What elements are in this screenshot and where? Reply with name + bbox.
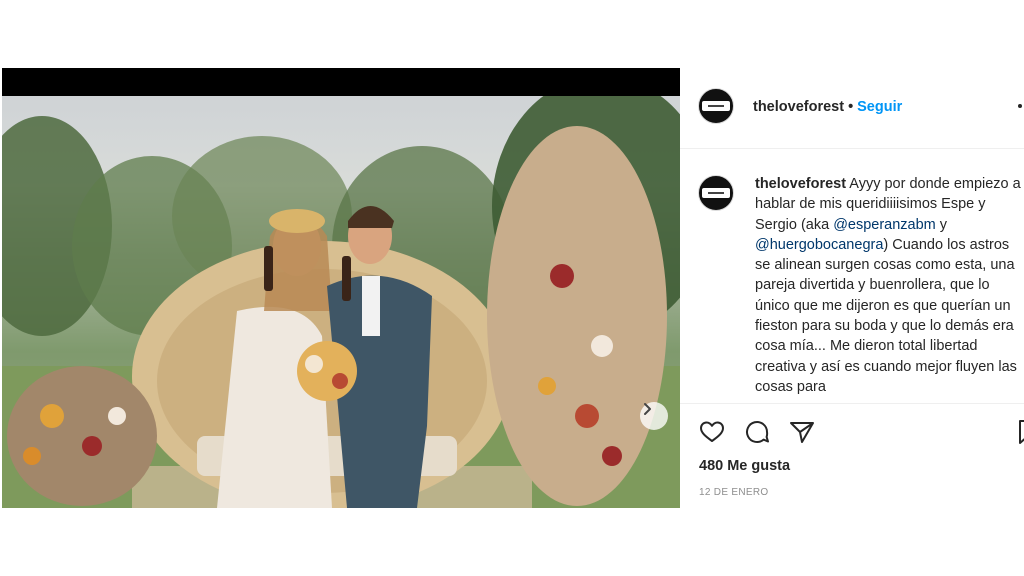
post-media	[2, 68, 680, 508]
caption-and: y	[935, 216, 948, 233]
action-bar	[680, 414, 1024, 450]
caption-username[interactable]: theloveforest	[755, 176, 846, 192]
caption-part2: ) Cuando los astros se alinean surgen co…	[755, 236, 1017, 395]
username-link[interactable]: theloveforest	[753, 99, 844, 115]
likes-count[interactable]: 480 Me gusta	[699, 458, 790, 474]
mention-link[interactable]: @huergobocanegra	[755, 237, 883, 253]
paper-plane-icon[interactable]	[788, 418, 816, 446]
next-photo-button[interactable]	[640, 402, 668, 430]
heart-icon[interactable]	[698, 418, 726, 446]
caption-area: theloveforest Ayyy por donde empiezo a h…	[680, 149, 1024, 404]
post-header: theloveforest • Seguir	[680, 68, 1024, 149]
follow-button[interactable]: Seguir	[857, 99, 902, 115]
wedding-photo-illustration	[2, 96, 680, 508]
caption-avatar[interactable]	[698, 175, 734, 211]
post-sidebar: theloveforest • Seguir theloveforest Ayyy …	[680, 68, 1024, 508]
post-date[interactable]: 12 DE ENERO	[699, 487, 768, 498]
wedding-photo	[2, 96, 680, 508]
avatar[interactable]	[698, 88, 734, 124]
separator-dot: •	[848, 99, 854, 115]
comment-icon[interactable]	[743, 418, 771, 446]
chevron-right-icon	[644, 403, 651, 415]
header-username-row: theloveforest • Seguir	[753, 99, 902, 115]
caption-text: theloveforest Ayyy por donde empiezo a h…	[755, 174, 1024, 397]
mention-link[interactable]: @esperanzabm	[833, 217, 936, 233]
more-options-icon[interactable]	[1018, 104, 1022, 108]
bookmark-icon[interactable]	[1014, 418, 1024, 446]
